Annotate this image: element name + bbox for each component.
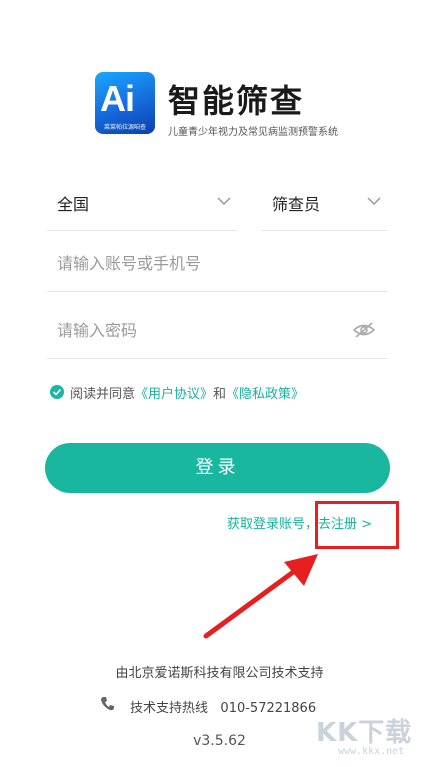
agreement-text: 阅读并同意《用户协议》和《隐私政策》 xyxy=(70,383,304,402)
watermark-url: www.kkx.net xyxy=(338,746,405,757)
agreement-prefix: 阅读并同意 xyxy=(70,387,136,402)
password-field xyxy=(47,302,387,359)
account-field xyxy=(47,235,387,292)
hotline-label: 技术支持热线 xyxy=(130,701,209,716)
app-name: 智能筛查 xyxy=(168,82,305,120)
password-input[interactable] xyxy=(55,310,349,350)
app-subtitle: 儿童青少年视力及常见病监测预警系统 xyxy=(168,127,338,138)
eye-off-icon[interactable] xyxy=(353,321,375,339)
annotation-arrow-icon xyxy=(203,554,318,639)
get-account-text: 获取登录账号， xyxy=(227,517,319,532)
watermark: KK下载 www.kkx.net xyxy=(316,712,436,762)
hotline-text: 技术支持热线 010-57221866 xyxy=(130,697,316,716)
annotation-highlight-box xyxy=(315,501,399,549)
chevron-down-icon xyxy=(217,197,231,206)
chevron-down-icon xyxy=(367,197,381,206)
footer-company: 由北京爱诺斯科技有限公司技术支持 xyxy=(115,666,324,681)
account-input[interactable] xyxy=(55,243,349,283)
role-select[interactable]: 筛查员 xyxy=(262,178,387,231)
agreement-and: 和 xyxy=(213,387,227,402)
ai-logo-icon: Ai 菜菜帕拉源咱查 xyxy=(95,72,155,134)
region-select-value: 全国 xyxy=(57,195,90,214)
phone-icon xyxy=(101,697,114,711)
user-agreement-link[interactable]: 《用户协议》 xyxy=(135,387,213,402)
logo-tagline: 菜菜帕拉源咱查 xyxy=(103,124,146,131)
role-select-value: 筛查员 xyxy=(272,195,321,214)
watermark-main: KK下载 xyxy=(316,718,413,748)
region-select[interactable]: 全国 xyxy=(47,178,237,231)
app-logo: Ai 菜菜帕拉源咱查 智能筛查 儿童青少年视力及常见病监测预警系统 xyxy=(95,72,355,142)
checkbox-checked-icon[interactable] xyxy=(50,385,64,399)
hotline-number[interactable]: 010-57221866 xyxy=(220,701,316,716)
privacy-policy-link[interactable]: 《隐私政策》 xyxy=(226,387,304,402)
login-button[interactable]: 登录 xyxy=(45,443,390,493)
logo-mark: Ai xyxy=(100,78,135,119)
